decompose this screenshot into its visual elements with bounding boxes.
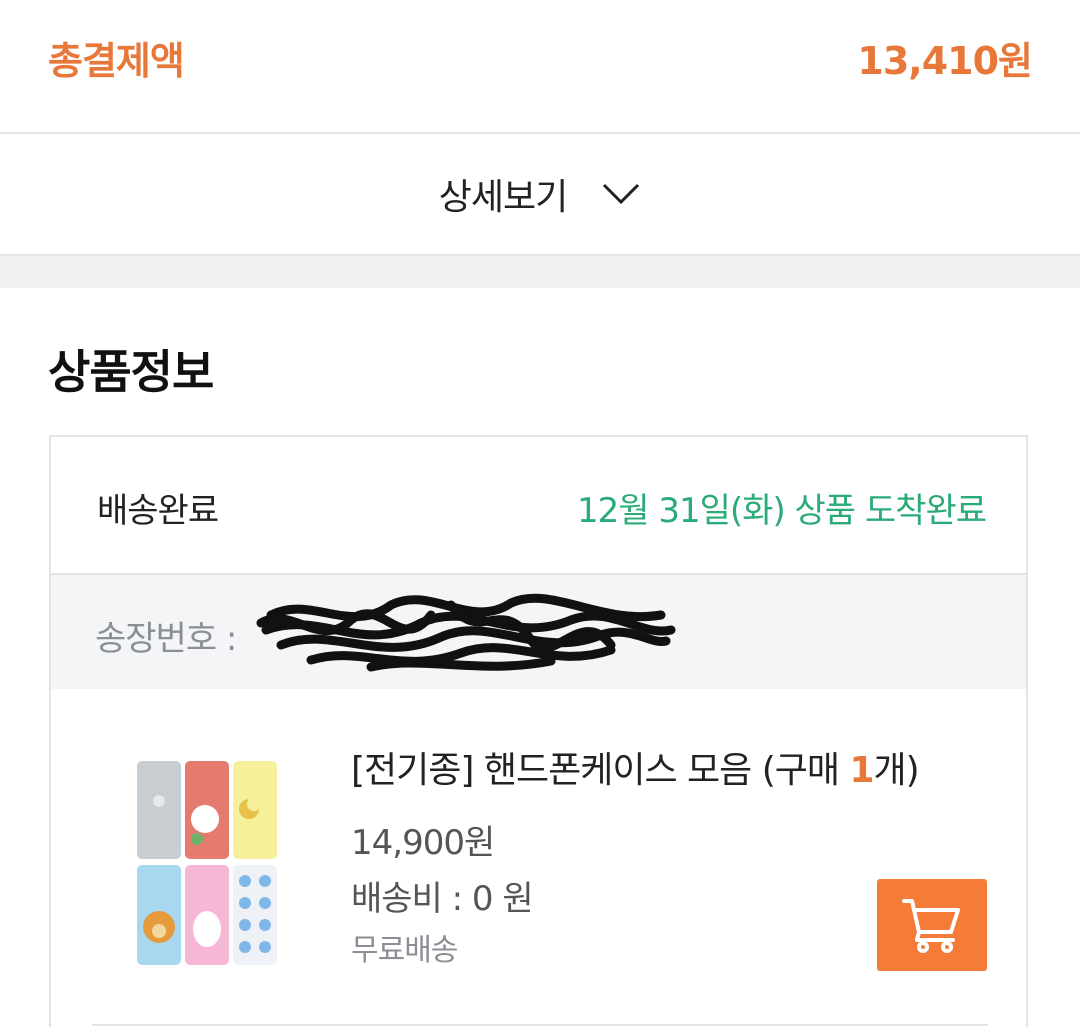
order-detail-page: 총결제액 13,410원 상세보기 상품정보 배송완료 12월 31일(화) 상…: [0, 0, 1080, 1027]
shipping-fee: 배송비 : 0 원: [351, 879, 534, 919]
total-payment-label: 총결제액: [48, 39, 185, 83]
product-quantity: 1: [849, 750, 874, 791]
delivery-status-label: 배송완료: [97, 491, 219, 531]
delivery-status-row: 배송완료 12월 31일(화) 상품 도착완료: [51, 437, 1026, 575]
chevron-down-icon: [603, 183, 640, 205]
total-payment-row: 총결제액 13,410원: [0, 0, 1080, 134]
total-payment-value: 13,410원: [857, 39, 1033, 83]
detail-toggle-button[interactable]: 상세보기: [0, 134, 1080, 256]
tracking-number-row: 송장번호 :: [51, 575, 1026, 689]
product-card: 배송완료 12월 31일(화) 상품 도착완료 송장번호 : [전기종] 핸드폰…: [49, 435, 1028, 1027]
phone-case-thumbnail: [137, 761, 277, 965]
detail-toggle-label: 상세보기: [438, 177, 568, 218]
item-divider: [92, 1024, 988, 1026]
delivery-status-date: 12월 31일(화) 상품 도착완료: [577, 491, 987, 531]
product-name-text: [전기종] 핸드폰케이스 모음 (구매: [351, 750, 850, 791]
tracking-number-label: 송장번호 :: [95, 619, 237, 659]
redaction-scribble: [256, 593, 676, 672]
product-name[interactable]: [전기종] 핸드폰케이스 모음 (구매 1개): [351, 741, 920, 793]
add-to-cart-button[interactable]: [877, 879, 987, 971]
product-info-title: 상품정보: [48, 345, 214, 399]
cart-icon: [902, 899, 960, 953]
shipping-type: 무료배송: [351, 933, 458, 968]
section-separator: [0, 256, 1080, 288]
product-price: 14,900원: [351, 823, 495, 863]
product-name-suffix: 개): [873, 750, 920, 791]
